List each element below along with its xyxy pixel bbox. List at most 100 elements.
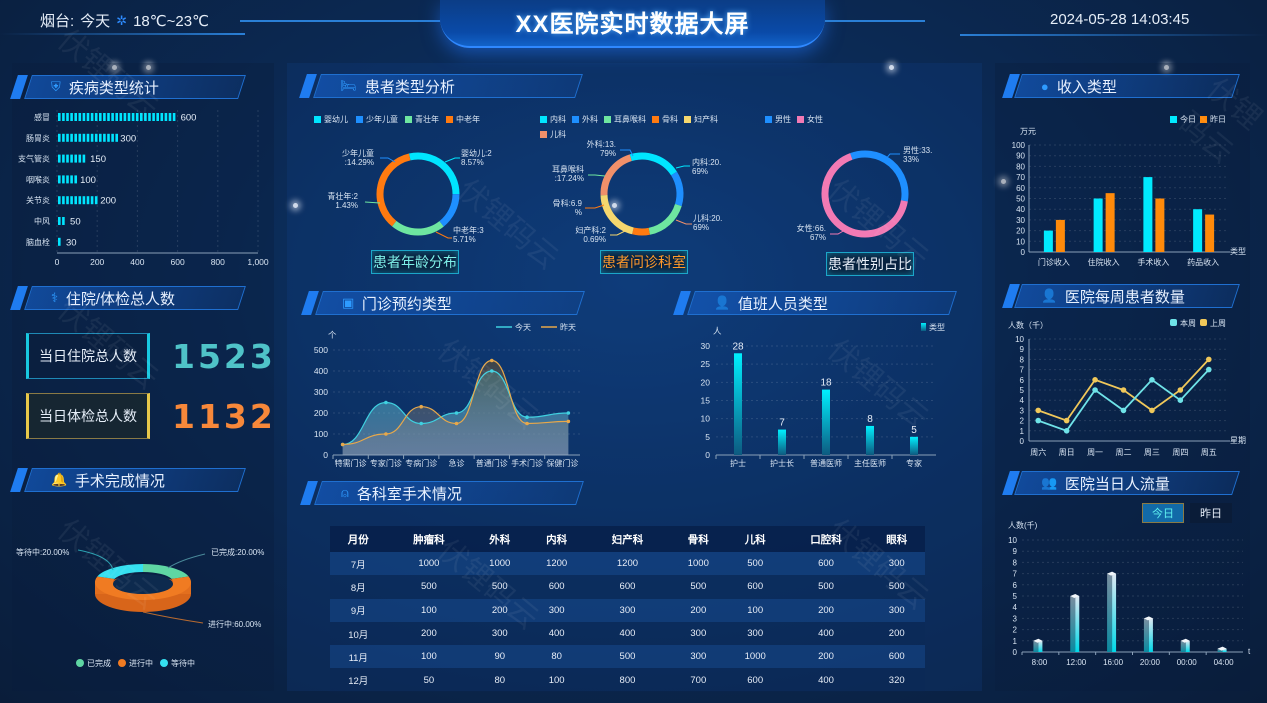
legend-marker bbox=[765, 116, 772, 123]
bar bbox=[1205, 214, 1215, 252]
ring-slice bbox=[850, 150, 909, 202]
x-tick-label: 8:00 bbox=[1032, 658, 1048, 667]
x-tick-label: 普通门诊 bbox=[476, 458, 508, 468]
y-tick-label: 10 bbox=[1015, 335, 1024, 344]
x-tick-label: 急诊 bbox=[449, 458, 465, 468]
bar-side bbox=[1070, 596, 1076, 652]
x-tick-label: 周二 bbox=[1116, 448, 1132, 457]
x-tick-label: 600 bbox=[171, 257, 185, 267]
bar bbox=[734, 353, 742, 455]
bar bbox=[1105, 193, 1115, 252]
y-tick-label: 70 bbox=[1016, 173, 1025, 182]
slice-label: 8.57% bbox=[461, 158, 484, 167]
bar-segment bbox=[82, 113, 86, 121]
bar bbox=[1075, 596, 1080, 652]
data-point bbox=[1092, 387, 1098, 393]
x-tick-label: 1,000 bbox=[247, 257, 269, 267]
y-tick-label: 咽喉炎 bbox=[26, 174, 50, 184]
ring-slice bbox=[648, 203, 682, 235]
legend-marker bbox=[921, 323, 926, 331]
bar-segment bbox=[58, 113, 61, 121]
leader-line bbox=[585, 204, 605, 209]
data-point bbox=[1120, 407, 1127, 414]
leader-line bbox=[77, 549, 114, 571]
bar-segment bbox=[119, 113, 123, 121]
data-label: 50 bbox=[70, 217, 81, 228]
x-axis-label: 类型 bbox=[1230, 246, 1246, 256]
data-point bbox=[489, 358, 494, 363]
bar-segment bbox=[156, 113, 159, 121]
x-tick-label: 住院收入 bbox=[1088, 257, 1120, 267]
bar-segment bbox=[58, 237, 61, 246]
bar-segment bbox=[58, 154, 61, 163]
bar-segment bbox=[66, 154, 69, 163]
data-point bbox=[525, 415, 529, 420]
bar bbox=[778, 429, 786, 455]
leader-line bbox=[675, 165, 690, 169]
bar-segment bbox=[62, 133, 65, 142]
x-tick-label: 12:00 bbox=[1066, 658, 1087, 667]
legend-label: 本周 bbox=[1180, 318, 1196, 328]
leader-line bbox=[435, 231, 452, 239]
ring-slice bbox=[408, 152, 460, 195]
legend-label: 今日 bbox=[1180, 114, 1196, 124]
legend-label: 等待中 bbox=[171, 658, 195, 668]
x-tick-label: 400 bbox=[130, 257, 144, 267]
bar-segment bbox=[58, 217, 61, 225]
legend-marker bbox=[572, 116, 579, 123]
data-label: 150 bbox=[90, 154, 106, 165]
bar-segment bbox=[111, 133, 114, 142]
legend-label: 今天 bbox=[515, 322, 531, 332]
slice-label: 青壮年:2 bbox=[327, 191, 358, 201]
y-tick-label: 0 bbox=[1021, 248, 1026, 257]
legend-label: 少年儿童 bbox=[366, 114, 398, 124]
slice-label: 79% bbox=[600, 149, 616, 158]
x-tick-label: 专病门诊 bbox=[405, 458, 437, 468]
x-tick-label: 护士长 bbox=[770, 458, 794, 468]
bar-segment bbox=[99, 113, 102, 121]
bar-segment bbox=[131, 113, 135, 121]
y-tick-label: 40 bbox=[1016, 205, 1025, 214]
data-point bbox=[1035, 407, 1042, 414]
legend-marker bbox=[1170, 116, 1177, 123]
bar-segment bbox=[94, 113, 98, 121]
y-tick-label: 5 bbox=[1013, 592, 1018, 601]
slice-label: 男性:33. bbox=[903, 145, 932, 155]
x-tick-label: 护士 bbox=[730, 458, 746, 468]
data-point bbox=[419, 421, 424, 426]
y-tick-label: 关节炎 bbox=[26, 195, 50, 205]
bar-segment bbox=[70, 113, 73, 121]
x-tick-label: 00:00 bbox=[1177, 658, 1198, 667]
y-tick-label: 2 bbox=[1013, 626, 1018, 635]
y-tick-label: 60 bbox=[1016, 184, 1025, 193]
data-point bbox=[1205, 366, 1212, 373]
x-tick-label: 主任医师 bbox=[854, 458, 886, 468]
legend-marker bbox=[1170, 319, 1177, 326]
bar-segment bbox=[78, 154, 82, 163]
slice-label: 女性:66. bbox=[797, 223, 826, 233]
slice-label: 中老年:3 bbox=[453, 225, 484, 235]
y-tick-label: 10 bbox=[1008, 536, 1017, 545]
ring-slice bbox=[600, 154, 632, 196]
legend-marker bbox=[684, 116, 691, 123]
legend-label: 内科 bbox=[550, 114, 566, 124]
bar-segment bbox=[160, 113, 164, 121]
y-tick-label: 中风 bbox=[34, 216, 50, 226]
x-tick-label: 普通医师 bbox=[810, 458, 842, 468]
bar-segment bbox=[103, 113, 106, 121]
bar-segment bbox=[90, 196, 94, 205]
y-tick-label: 7 bbox=[1013, 570, 1018, 579]
data-label: 28 bbox=[732, 341, 744, 352]
bar-segment bbox=[115, 133, 118, 142]
bar-side bbox=[1107, 573, 1113, 652]
bar-segment bbox=[99, 133, 102, 142]
y-tick-label: 20 bbox=[701, 377, 711, 387]
legend-label: 男性 bbox=[775, 114, 791, 124]
y-tick-label: 0 bbox=[705, 450, 710, 460]
bar bbox=[822, 389, 830, 455]
y-tick-label: 4 bbox=[1020, 396, 1025, 405]
y-axis-label: 人数(千) bbox=[1008, 520, 1038, 530]
bar-segment bbox=[70, 154, 73, 163]
legend-label: 昨日 bbox=[1210, 114, 1226, 124]
x-tick-label: 药品收入 bbox=[1187, 257, 1219, 267]
